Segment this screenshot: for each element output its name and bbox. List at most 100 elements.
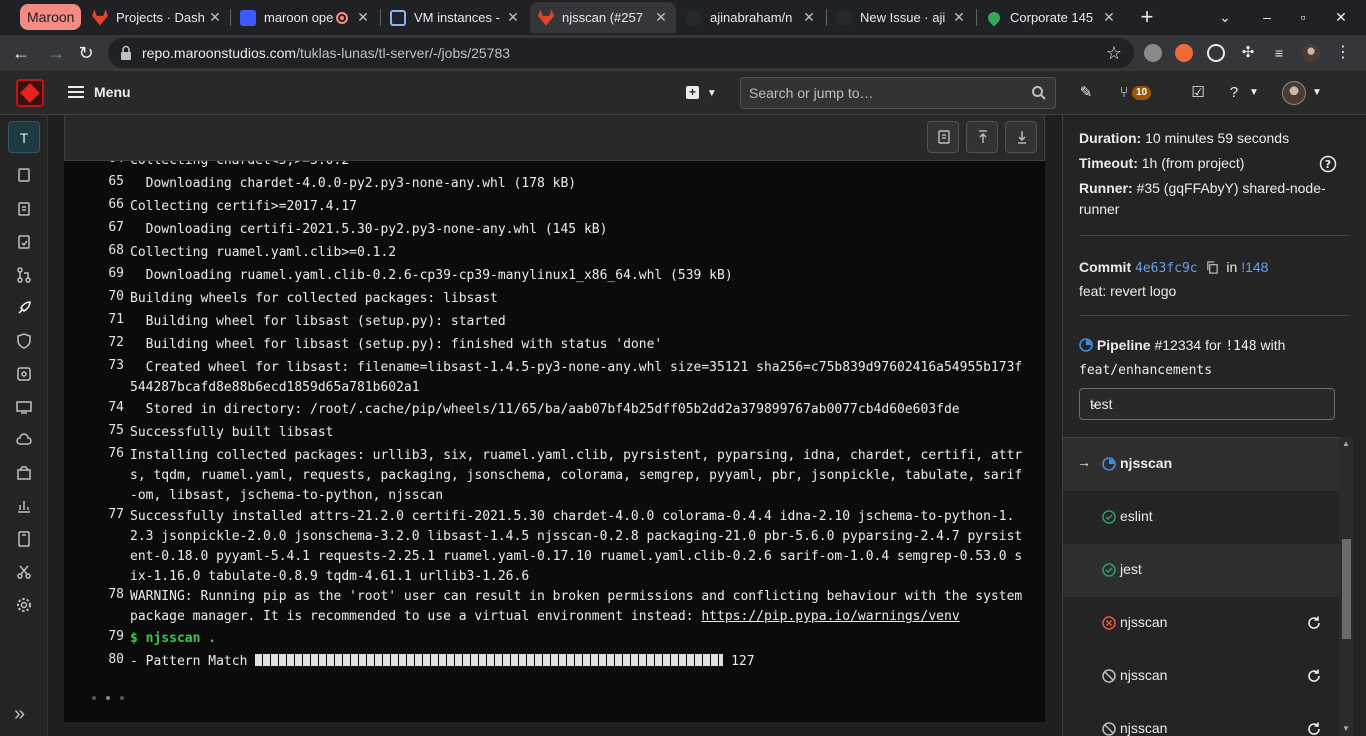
browser-tab[interactable]: Projects · Dash ✕: [84, 2, 230, 33]
maximize-icon[interactable]: ▫: [1292, 6, 1314, 28]
search-icon[interactable]: [1031, 85, 1047, 101]
repository-icon[interactable]: [16, 201, 32, 217]
profile-avatar[interactable]: [1302, 44, 1320, 62]
issues-icon[interactable]: [16, 234, 32, 250]
extension-icon[interactable]: [1175, 44, 1193, 62]
recording-indicator-icon: [336, 11, 348, 24]
success-status-icon: [1102, 563, 1116, 577]
commit-mr-link[interactable]: !148: [1241, 259, 1268, 275]
stage-jobs-list: → njsscan eslint jest njsscan njsscan nj…: [1063, 437, 1339, 736]
copy-icon[interactable]: [1206, 261, 1219, 274]
close-tab-icon[interactable]: ✕: [206, 9, 224, 26]
snippets-scissors-icon[interactable]: [16, 564, 32, 580]
back-icon[interactable]: ←: [9, 41, 33, 65]
raw-log-button[interactable]: [927, 121, 959, 153]
merge-request-icon[interactable]: ⑂: [1114, 83, 1134, 103]
scroll-down-arrow-icon[interactable]: ▼: [1342, 724, 1350, 733]
browser-tab-active[interactable]: njsscan (#257 ✕: [530, 2, 676, 33]
todo-icon[interactable]: ☑: [1188, 83, 1208, 103]
chevron-down-icon[interactable]: ▼: [1307, 83, 1327, 103]
menu-button[interactable]: Menu: [68, 83, 131, 101]
browser-tab[interactable]: VM instances - ✕: [382, 2, 528, 33]
deployments-icon[interactable]: [16, 366, 32, 382]
close-tab-icon[interactable]: ✕: [354, 9, 372, 26]
retry-icon[interactable]: [1306, 721, 1322, 736]
extension-icon[interactable]: [1207, 44, 1225, 62]
jobs-scrollbar[interactable]: ▲ ▼: [1339, 437, 1353, 736]
extension-icon[interactable]: [1144, 44, 1162, 62]
close-tab-icon[interactable]: ✕: [800, 9, 818, 26]
failed-status-icon: [1102, 616, 1116, 630]
job-item[interactable]: njsscan: [1063, 597, 1339, 650]
search-input[interactable]: [741, 78, 1031, 108]
user-avatar[interactable]: [1282, 81, 1306, 105]
create-new-button[interactable]: + ▼: [686, 83, 717, 99]
browser-tab[interactable]: Corporate 145 ✕: [978, 2, 1124, 33]
job-item[interactable]: eslint: [1063, 491, 1339, 544]
rocket-cicd-icon[interactable]: [16, 300, 32, 316]
brand-logo[interactable]: [16, 79, 44, 107]
packages-icon[interactable]: [16, 465, 32, 481]
pipeline-row: Pipeline #12334 for !148 with: [1079, 335, 1339, 357]
pipeline-link[interactable]: Pipeline: [1097, 337, 1151, 353]
new-tab-icon[interactable]: +: [1137, 6, 1157, 28]
close-tab-icon[interactable]: ✕: [504, 9, 522, 26]
close-tab-icon[interactable]: ✕: [652, 9, 670, 26]
scroll-up-arrow-icon[interactable]: ▲: [1342, 439, 1350, 448]
tab-search-icon[interactable]: ⌄: [1214, 6, 1236, 28]
chevron-down-icon: ⌄: [1090, 398, 1100, 410]
commit-message: feat: revert logo: [1079, 283, 1177, 299]
job-item[interactable]: jest: [1063, 544, 1339, 597]
pipeline-branch[interactable]: feat/enhancements: [1079, 360, 1339, 381]
merge-request-icon[interactable]: [16, 267, 32, 283]
help-icon[interactable]: ?: [1224, 83, 1244, 103]
shield-icon[interactable]: [16, 333, 32, 349]
analytics-icon[interactable]: [16, 498, 32, 514]
help-circle-icon[interactable]: ?: [1319, 155, 1337, 173]
divider: [1079, 235, 1349, 236]
address-bar[interactable]: repo.maroonstudios.com/tuklas-lunas/tl-s…: [108, 38, 1134, 68]
browser-menu-icon[interactable]: ⋮: [1334, 44, 1352, 62]
extensions-puzzle-icon[interactable]: ✣: [1239, 44, 1257, 62]
media-control-icon[interactable]: ≡: [1270, 44, 1288, 62]
minimize-icon[interactable]: –: [1256, 6, 1278, 28]
retry-icon[interactable]: [1306, 668, 1322, 684]
close-tab-icon[interactable]: ✕: [1100, 9, 1118, 26]
running-status-icon: [1079, 338, 1093, 352]
maps-favicon-icon: [985, 9, 1003, 26]
monitor-icon[interactable]: [16, 399, 32, 415]
collapse-sidebar-icon[interactable]: »: [14, 703, 25, 726]
tab-group-chip[interactable]: Maroon: [20, 4, 82, 30]
browser-tab[interactable]: maroon ope ✕: [232, 2, 378, 33]
pip-warning-link[interactable]: https://pip.pypa.io/warnings/venv: [701, 609, 959, 624]
gitlab-favicon-icon: [92, 9, 108, 26]
wiki-book-icon[interactable]: [16, 531, 32, 547]
browser-tab[interactable]: New Issue · aji ✕: [828, 2, 974, 33]
document-icon: [938, 130, 950, 144]
scroll-to-top-button[interactable]: [966, 121, 998, 153]
close-tab-icon[interactable]: ✕: [950, 9, 968, 26]
job-log: 64Collecting chardet<5,>=3.0.2 65 Downlo…: [64, 161, 1045, 722]
stage-dropdown[interactable]: test ⌄: [1079, 388, 1335, 420]
infrastructure-cloud-icon[interactable]: [16, 432, 32, 448]
scroll-to-bottom-button[interactable]: [1005, 121, 1037, 153]
forward-icon[interactable]: →: [44, 41, 68, 65]
project-avatar[interactable]: T: [8, 121, 40, 153]
close-window-icon[interactable]: ✕: [1330, 6, 1352, 28]
browser-tab[interactable]: ajinabraham/n ✕: [678, 2, 824, 33]
retry-icon[interactable]: [1306, 615, 1322, 631]
issues-icon[interactable]: ✎: [1076, 83, 1096, 103]
reload-icon[interactable]: ↻: [74, 41, 98, 65]
duration-row: Duration: 10 minutes 59 seconds: [1079, 130, 1290, 146]
job-item[interactable]: njsscan: [1063, 703, 1339, 736]
job-item[interactable]: njsscan: [1063, 650, 1339, 703]
chevron-down-icon[interactable]: ▼: [1244, 83, 1264, 103]
hamburger-icon: [68, 83, 84, 101]
job-item-current[interactable]: → njsscan: [1063, 438, 1339, 491]
project-overview-icon[interactable]: [16, 167, 32, 183]
bookmark-star-icon[interactable]: ☆: [1106, 43, 1122, 63]
commit-sha-link[interactable]: 4e63fc9c: [1135, 261, 1198, 276]
scrollbar-thumb[interactable]: [1342, 539, 1351, 639]
settings-gear-icon[interactable]: [16, 597, 32, 613]
tab-separator: [826, 9, 827, 26]
